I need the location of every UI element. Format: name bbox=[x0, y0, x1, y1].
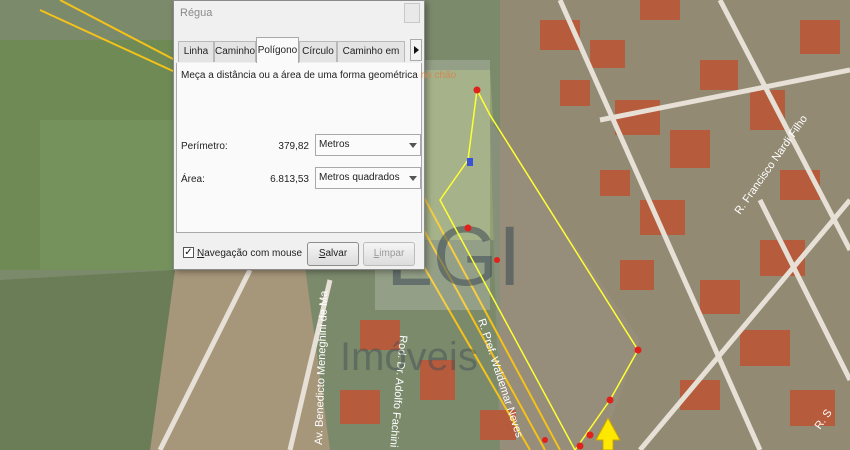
description: Meça a distância ou a área de uma forma … bbox=[181, 70, 456, 81]
polygon-vertex bbox=[586, 431, 594, 439]
dialog-title: Régua bbox=[180, 7, 213, 19]
green-field bbox=[0, 270, 175, 450]
save-button[interactable]: Salvar bbox=[307, 242, 359, 266]
polygon-vertex bbox=[634, 346, 642, 354]
area-label: Área: bbox=[181, 174, 205, 185]
description-highlight: no chão bbox=[420, 70, 457, 81]
polygon-vertex bbox=[606, 396, 614, 404]
chevron-down-icon bbox=[409, 143, 417, 148]
area-unit-value: Metros quadrados bbox=[319, 172, 400, 183]
close-button[interactable] bbox=[404, 3, 420, 23]
tab-line[interactable]: Linha bbox=[178, 41, 214, 62]
polygon-panel: Meça a distância ou a área de uma forma … bbox=[176, 63, 456, 233]
area-unit-select[interactable]: Metros quadrados bbox=[315, 167, 421, 189]
polygon-vertex bbox=[576, 442, 584, 450]
chevron-down-icon bbox=[409, 176, 417, 181]
clear-button[interactable]: Limpar bbox=[363, 242, 415, 266]
polygon-vertex bbox=[473, 86, 481, 94]
ruler-dialog: Régua Linha Caminho Polígono Círculo Cam… bbox=[173, 0, 456, 270]
satellite-map[interactable]: R. Francisco Nardi Filho R. Pref. Waldem… bbox=[0, 0, 850, 450]
mouse-navigation-checkbox[interactable]: ✓ bbox=[183, 247, 194, 258]
green-field bbox=[40, 120, 175, 270]
perimeter-value: 379,82 bbox=[278, 141, 309, 152]
dialog-footer: ✓ Navegação com mouse Salvar Limpar bbox=[174, 239, 424, 267]
tab-polygon[interactable]: Polígono bbox=[256, 37, 299, 64]
watermark-text: Imóveis bbox=[340, 335, 478, 379]
tab-path[interactable]: Caminho bbox=[214, 41, 256, 62]
perimeter-unit-select[interactable]: Metros bbox=[315, 134, 421, 156]
mouse-navigation-text: avegação com mouse bbox=[204, 248, 303, 259]
clear-button-text: impar bbox=[379, 248, 405, 259]
tab-scroll-right-icon[interactable] bbox=[410, 39, 422, 61]
save-button-text: alvar bbox=[325, 248, 348, 259]
ruler-tabs: Linha Caminho Polígono Círculo Caminho e… bbox=[176, 37, 422, 77]
polygon-vertex bbox=[464, 224, 472, 232]
polygon-midpoint-handle[interactable] bbox=[467, 158, 473, 166]
polygon-vertex bbox=[494, 257, 500, 263]
tab-circle[interactable]: Círculo bbox=[299, 41, 337, 62]
area-value: 6.813,53 bbox=[270, 174, 309, 185]
perimeter-label: Perímetro: bbox=[181, 141, 228, 152]
perimeter-unit-value: Metros bbox=[319, 139, 350, 150]
mouse-navigation-label[interactable]: Navegação com mouse bbox=[197, 248, 302, 259]
description-text: Meça a distância ou a área de uma forma … bbox=[181, 70, 418, 81]
tab-3d-path[interactable]: Caminho em 3D bbox=[337, 41, 405, 77]
polygon-vertex bbox=[542, 437, 548, 443]
